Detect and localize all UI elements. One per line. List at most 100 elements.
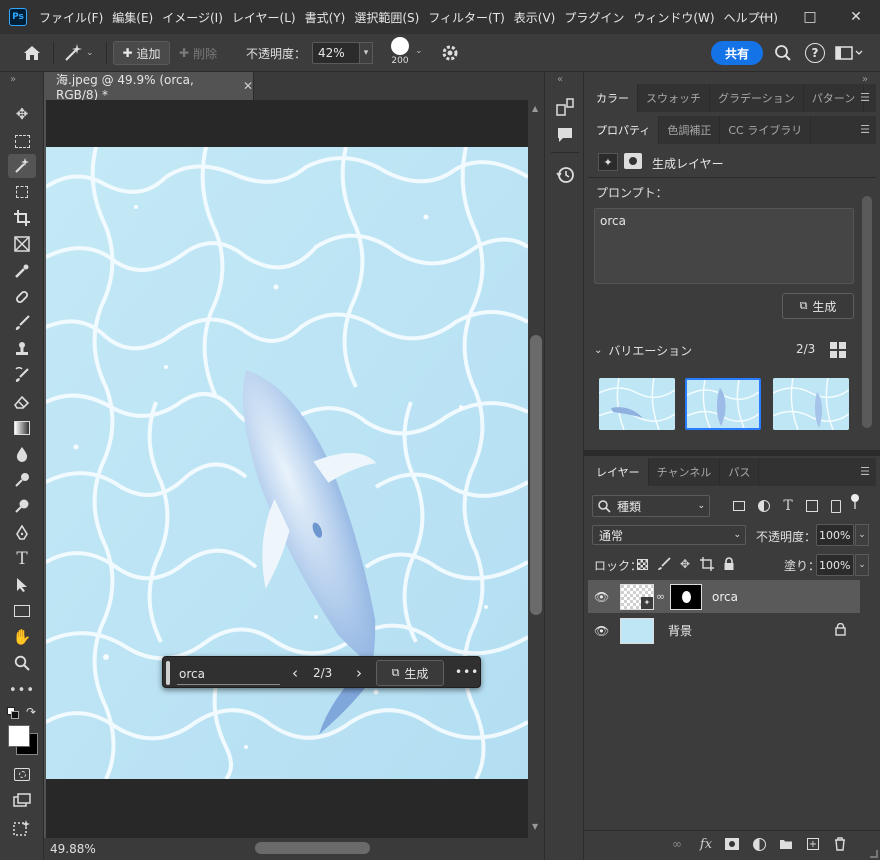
scroll-down-icon[interactable]: ▼ [532, 822, 538, 831]
next-variation-icon[interactable]: › [351, 663, 367, 683]
delete-button[interactable]: ✚ 削除 [179, 41, 235, 65]
menu-window[interactable]: ウィンドウ(W) [633, 9, 714, 26]
layer-style-fx-icon[interactable]: fx [697, 835, 715, 853]
frame-tool-icon[interactable] [8, 232, 36, 256]
properties-generate-button[interactable]: ⧉ 生成 [782, 293, 854, 319]
horizontal-scroll-thumb[interactable] [255, 842, 370, 854]
tab-gradients[interactable]: グラデーション [710, 84, 804, 112]
visibility-eye-icon[interactable]: 👁 [594, 624, 610, 638]
tab-adjustments[interactable]: 色調補正 [659, 116, 721, 144]
eraser-tool-icon[interactable] [8, 390, 36, 414]
share-button[interactable]: 共有 [711, 41, 763, 65]
tab-paths[interactable]: パス [720, 458, 760, 486]
fill-input[interactable]: 100% [816, 554, 854, 576]
lock-all-icon[interactable] [720, 555, 738, 573]
close-window-icon[interactable]: ✕ [833, 0, 879, 34]
generative-fill-icon[interactable] [8, 816, 36, 840]
new-group-icon[interactable] [777, 835, 795, 853]
marquee-tool-icon[interactable] [8, 129, 36, 153]
collapse-panels-icon[interactable]: « [557, 74, 563, 85]
menu-view[interactable]: 表示(V) [514, 9, 556, 26]
properties-scroll-thumb[interactable] [862, 196, 872, 428]
tab-swatches[interactable]: スウォッチ [638, 84, 710, 112]
more-options-icon[interactable]: ••• [455, 665, 479, 679]
layer-row-orca[interactable]: 👁 ✦ ∞ orca [588, 580, 860, 613]
layer-opacity-dropdown-icon[interactable]: ⌄ [855, 524, 869, 546]
layer-row-background[interactable]: 👁 背景 [588, 614, 860, 647]
help-icon[interactable]: ? [805, 43, 825, 63]
menu-layer[interactable]: レイヤー(L) [232, 9, 296, 26]
layer-name[interactable]: 背景 [668, 622, 692, 639]
visibility-eye-icon[interactable]: 👁 [594, 590, 610, 604]
minimize-icon[interactable]: — [742, 0, 788, 34]
object-selection-tool-icon[interactable] [8, 154, 36, 178]
layer-opacity-input[interactable]: 100% [816, 524, 854, 546]
more-tools-icon[interactable]: ••• [8, 678, 36, 702]
menu-plugins[interactable]: プラグイン [564, 9, 624, 26]
home-icon[interactable] [20, 42, 44, 64]
lock-artboard-icon[interactable] [698, 555, 716, 573]
panel-menu-icon[interactable]: ☰ [858, 91, 872, 104]
pixel-filter-icon[interactable] [730, 497, 748, 515]
generate-button[interactable]: ⧉ 生成 [376, 660, 444, 686]
opacity-dropdown-icon[interactable]: ▾ [359, 42, 373, 64]
lock-image-icon[interactable] [655, 555, 673, 573]
brush-size-picker[interactable]: 200 [389, 37, 411, 67]
comments-icon[interactable] [554, 124, 576, 146]
hand-tool-icon[interactable]: ✋ [8, 625, 36, 649]
quick-mask-icon[interactable] [8, 762, 36, 786]
layer-name[interactable]: orca [712, 590, 738, 604]
object-selection-tool-preset[interactable]: ⌄ [62, 41, 96, 65]
collapse-toolbar-icon[interactable]: » [10, 74, 16, 85]
zoom-tool-icon[interactable] [8, 651, 36, 675]
blur-tool-icon[interactable] [8, 442, 36, 466]
grid-view-icon[interactable] [829, 341, 847, 359]
menu-filter[interactable]: フィルター(T) [428, 9, 504, 26]
pen-tool-icon[interactable] [8, 521, 36, 545]
filter-toggle[interactable] [851, 494, 861, 510]
panel-menu-icon[interactable]: ☰ [858, 465, 872, 478]
menu-edit[interactable]: 編集(E) [112, 9, 153, 26]
maximize-icon[interactable]: □ [787, 0, 833, 34]
scroll-up-icon[interactable]: ▲ [532, 104, 538, 113]
add-button[interactable]: ✚ 追加 [113, 41, 170, 65]
type-filter-icon[interactable]: T [779, 497, 797, 515]
tab-cc-libraries[interactable]: CC ライブラリ [720, 116, 812, 144]
swap-colors-icon[interactable]: ↷ [26, 705, 36, 719]
dodge-tool-icon[interactable] [8, 468, 36, 492]
screen-mode-icon[interactable] [8, 788, 36, 812]
tab-layers[interactable]: レイヤー [588, 458, 649, 486]
fill-dropdown-icon[interactable]: ⌄ [855, 554, 869, 576]
prompt-textarea[interactable]: orca [594, 208, 854, 284]
foreground-color-swatch[interactable] [8, 725, 30, 747]
delete-layer-icon[interactable] [831, 835, 849, 853]
link-layers-icon[interactable]: ∞ [668, 835, 686, 853]
history-brush-tool-icon[interactable] [8, 363, 36, 387]
adjustment-layer-icon[interactable] [750, 835, 768, 853]
brush-tool-icon[interactable] [8, 311, 36, 335]
gear-icon[interactable] [440, 43, 460, 63]
close-tab-icon[interactable]: ✕ [243, 79, 253, 93]
vertical-scroll-thumb[interactable] [530, 335, 542, 615]
default-colors-icon[interactable] [7, 707, 19, 719]
menu-type[interactable]: 書式(Y) [305, 9, 346, 26]
menu-image[interactable]: イメージ(I) [162, 9, 223, 26]
tab-channels[interactable]: チャンネル [649, 458, 721, 486]
resize-grip-icon[interactable] [870, 850, 878, 858]
variation-thumbnail-2[interactable] [685, 378, 761, 430]
add-mask-icon[interactable] [723, 835, 741, 853]
layer-mask-thumbnail[interactable] [670, 583, 702, 610]
canvas-area[interactable] [46, 100, 528, 838]
eyedropper-tool-icon[interactable] [8, 259, 36, 283]
panel-menu-icon[interactable]: ☰ [858, 123, 872, 136]
opacity-input[interactable]: 42% [312, 42, 360, 64]
crop-select-tool-icon[interactable] [8, 180, 36, 204]
rectangle-tool-icon[interactable] [8, 599, 36, 623]
adjustment-filter-icon[interactable] [755, 497, 773, 515]
menu-select[interactable]: 選択範囲(S) [354, 9, 419, 26]
menu-file[interactable]: ファイル(F) [39, 9, 103, 26]
chevron-down-icon[interactable]: ⌄ [415, 46, 423, 56]
lock-transparent-icon[interactable] [633, 555, 651, 573]
tab-properties[interactable]: プロパティ [588, 116, 660, 144]
search-icon[interactable] [774, 44, 792, 62]
